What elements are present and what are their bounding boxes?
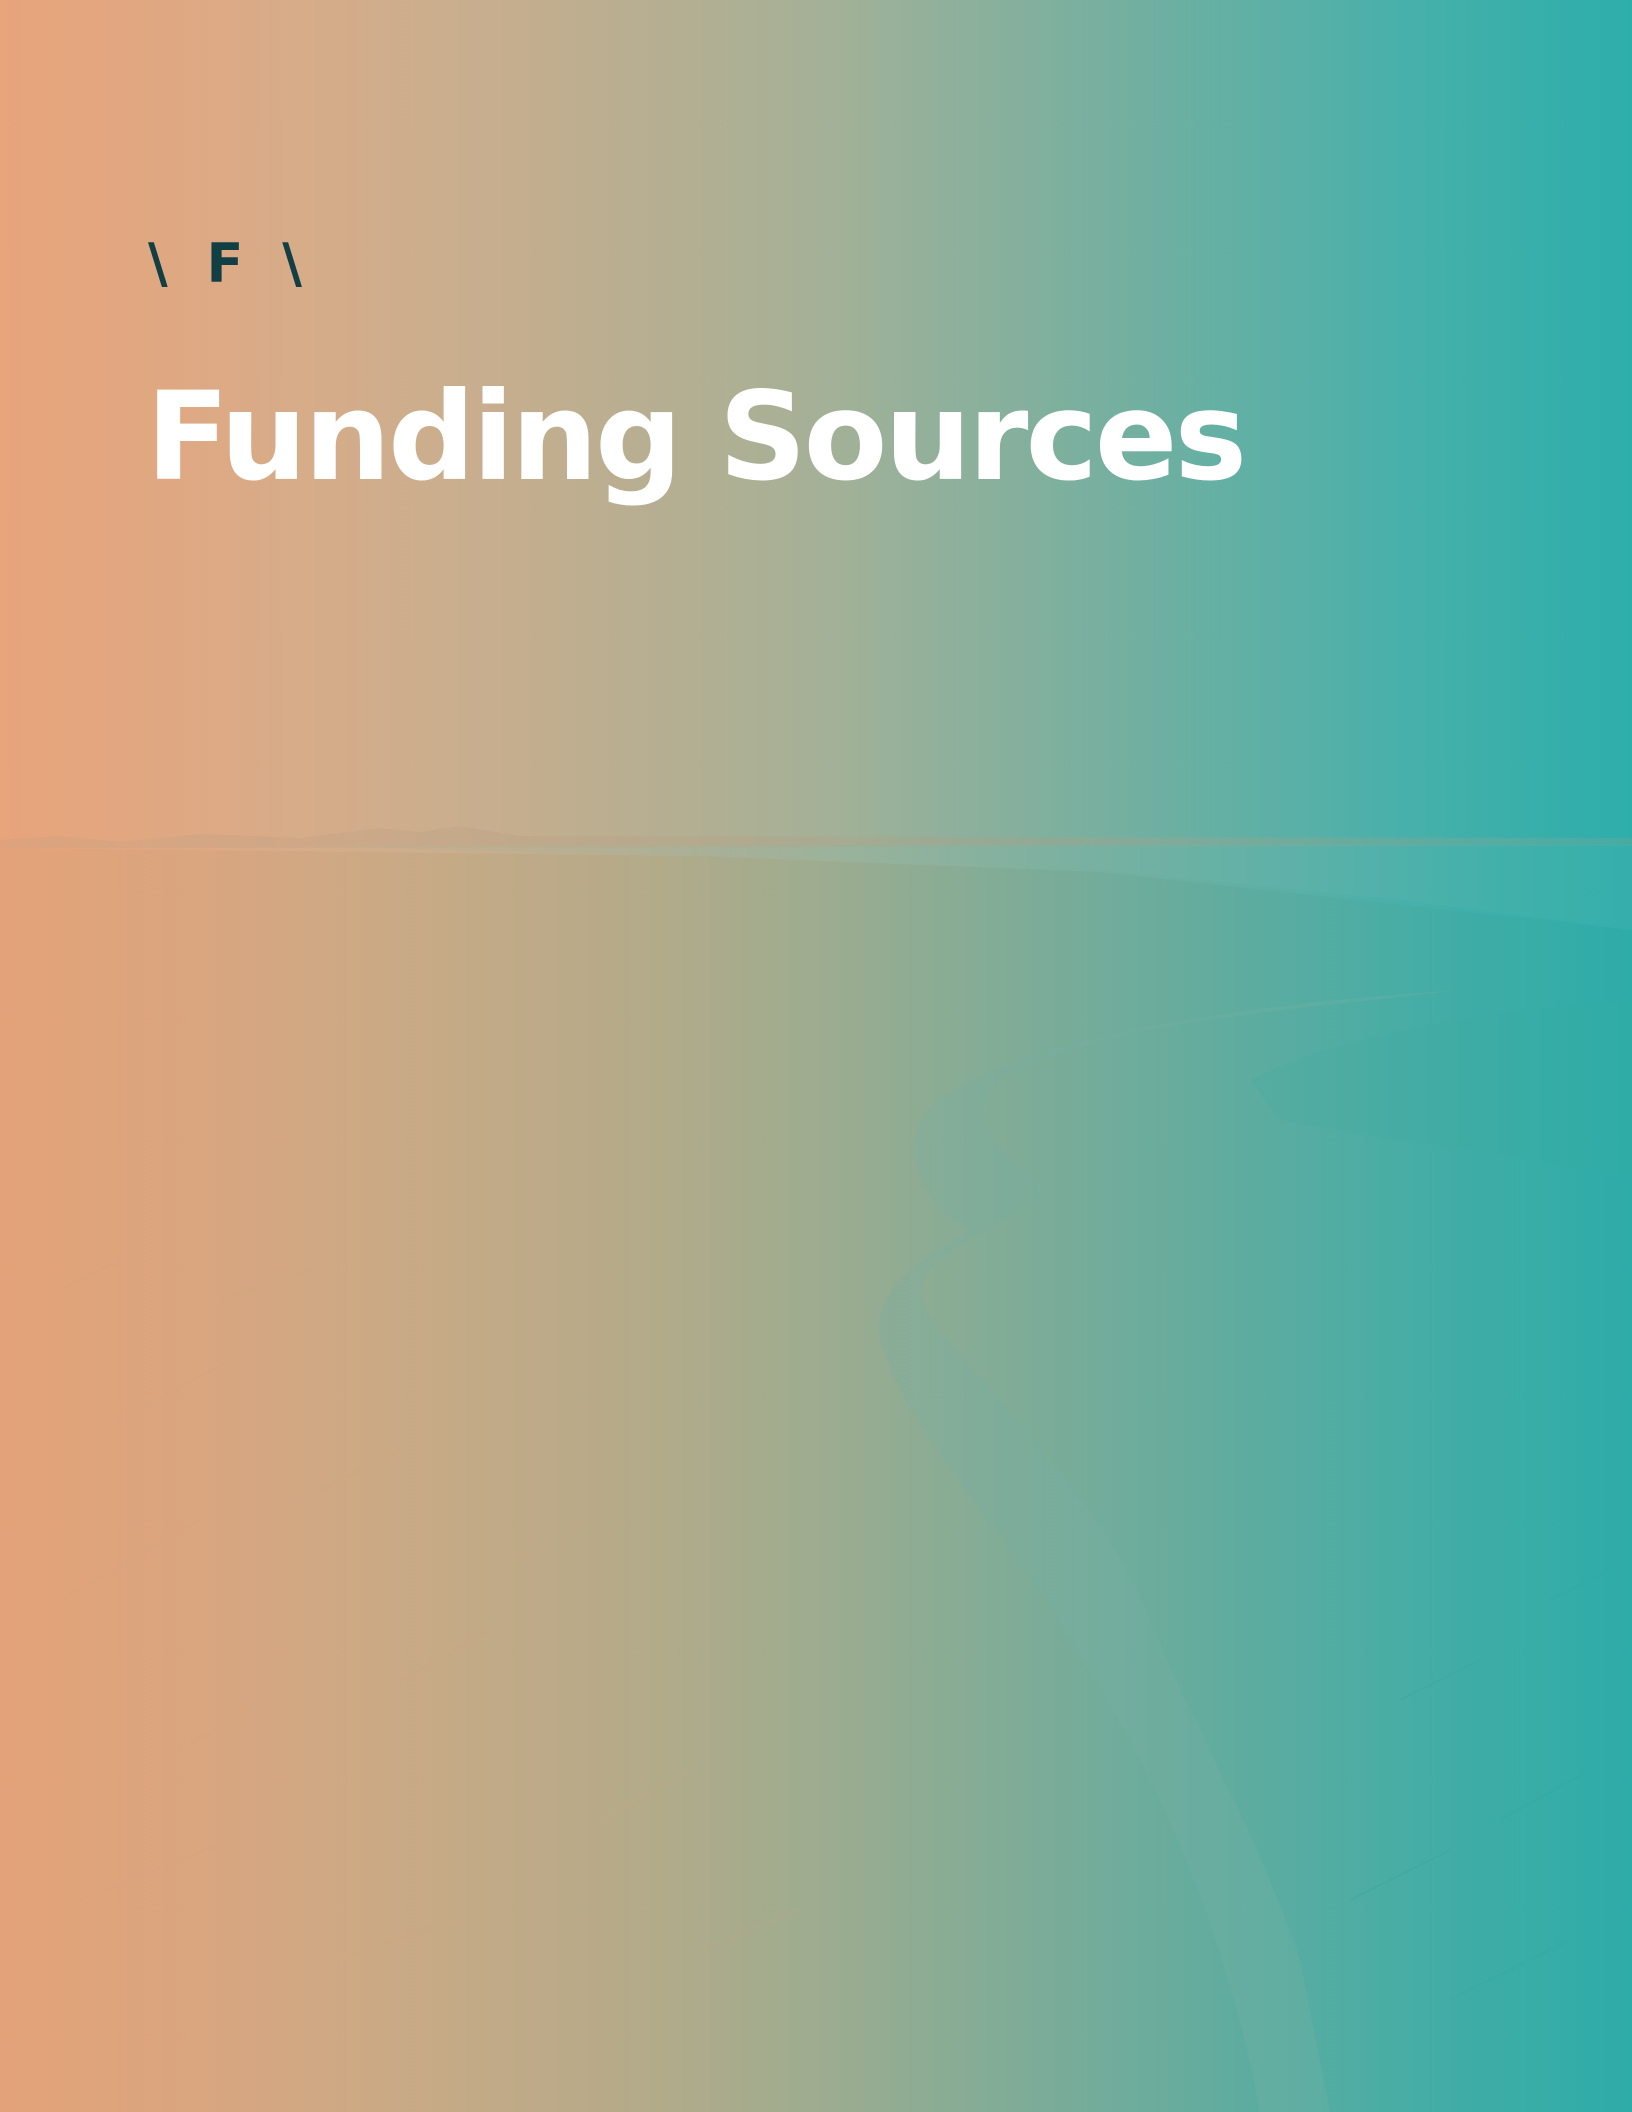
salt-marsh-background-image	[0, 826, 1632, 2112]
document-page: \ F \ Funding Sources	[0, 0, 1632, 2112]
section-marker: \ F \	[148, 232, 312, 295]
page-title: Funding Sources	[146, 366, 1247, 508]
